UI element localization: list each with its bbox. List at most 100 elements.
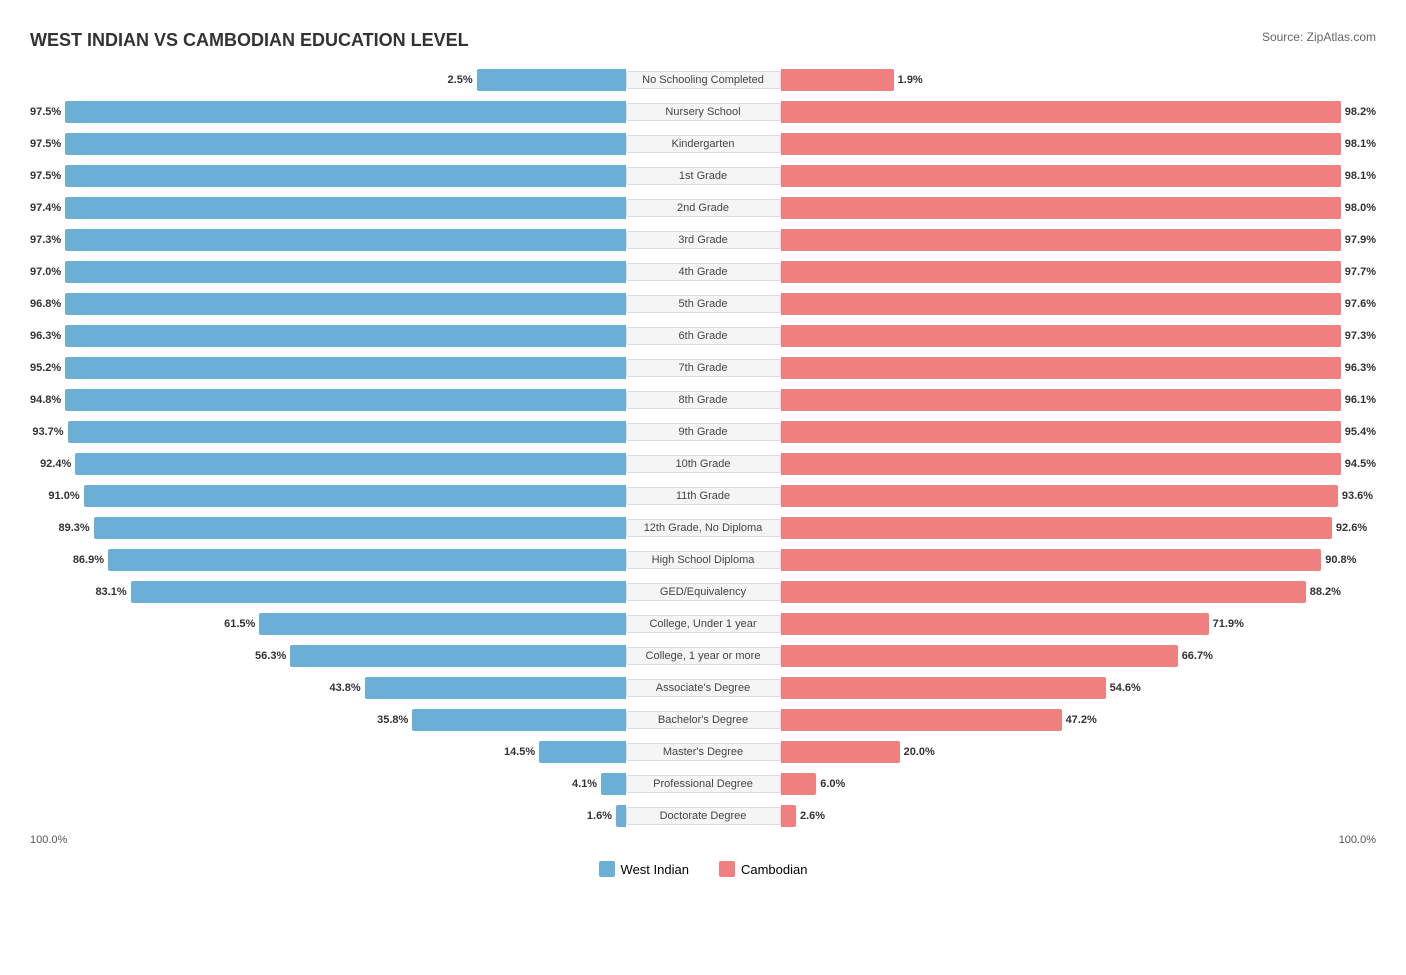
- right-bar: [781, 133, 1341, 155]
- category-label: Kindergarten: [626, 135, 781, 153]
- left-value: 35.8%: [377, 714, 408, 726]
- legend-color-pink: [719, 861, 735, 877]
- category-label: Nursery School: [626, 103, 781, 121]
- table-row: 86.9% High School Diploma 90.8%: [30, 546, 1376, 574]
- left-section: 1.6%: [30, 805, 626, 827]
- chart-area: 2.5% No Schooling Completed 1.9% 97.5% N…: [30, 66, 1376, 830]
- right-value: 66.7%: [1182, 650, 1213, 662]
- left-bar: [365, 677, 626, 699]
- category-label: GED/Equivalency: [626, 583, 781, 601]
- category-label: 11th Grade: [626, 487, 781, 505]
- right-value: 95.4%: [1345, 426, 1376, 438]
- right-section: 20.0%: [781, 741, 1377, 763]
- category-label: Master's Degree: [626, 743, 781, 761]
- right-section: 97.6%: [781, 293, 1377, 315]
- right-bar: [781, 197, 1341, 219]
- left-section: 4.1%: [30, 773, 626, 795]
- category-label: 4th Grade: [626, 263, 781, 281]
- legend-item-west-indian: West Indian: [599, 861, 689, 877]
- table-row: 97.3% 3rd Grade 97.9%: [30, 226, 1376, 254]
- right-bar: [781, 229, 1341, 251]
- right-value: 47.2%: [1066, 714, 1097, 726]
- left-bar: [412, 709, 625, 731]
- table-row: 97.5% Kindergarten 98.1%: [30, 130, 1376, 158]
- table-row: 97.5% Nursery School 98.2%: [30, 98, 1376, 126]
- right-value: 96.3%: [1345, 362, 1376, 374]
- right-section: 88.2%: [781, 581, 1377, 603]
- category-label: 12th Grade, No Diploma: [626, 519, 781, 537]
- left-value: 61.5%: [224, 618, 255, 630]
- right-section: 96.3%: [781, 357, 1377, 379]
- left-bar: [131, 581, 626, 603]
- left-value: 96.3%: [30, 330, 61, 342]
- right-value: 1.9%: [898, 74, 923, 86]
- table-row: 4.1% Professional Degree 6.0%: [30, 770, 1376, 798]
- right-section: 1.9%: [781, 69, 1377, 91]
- right-section: 97.3%: [781, 325, 1377, 347]
- table-row: 97.5% 1st Grade 98.1%: [30, 162, 1376, 190]
- category-label: College, Under 1 year: [626, 615, 781, 633]
- category-label: Professional Degree: [626, 775, 781, 793]
- left-bar: [65, 101, 625, 123]
- category-label: Associate's Degree: [626, 679, 781, 697]
- category-label: College, 1 year or more: [626, 647, 781, 665]
- table-row: 92.4% 10th Grade 94.5%: [30, 450, 1376, 478]
- category-label: 5th Grade: [626, 295, 781, 313]
- left-section: 94.8%: [30, 389, 626, 411]
- legend-label-cambodian: Cambodian: [741, 862, 808, 877]
- right-bar: [781, 453, 1341, 475]
- right-value: 97.9%: [1345, 234, 1376, 246]
- legend-color-blue: [599, 861, 615, 877]
- left-bar: [65, 165, 625, 187]
- right-bar: [781, 261, 1341, 283]
- category-label: High School Diploma: [626, 551, 781, 569]
- right-value: 98.1%: [1345, 138, 1376, 150]
- right-bar: [781, 741, 900, 763]
- right-bar: [781, 645, 1178, 667]
- category-label: 7th Grade: [626, 359, 781, 377]
- left-value: 96.8%: [30, 298, 61, 310]
- right-bar: [781, 773, 817, 795]
- left-value: 43.8%: [329, 682, 360, 694]
- left-bar: [68, 421, 626, 443]
- left-value: 92.4%: [40, 458, 71, 470]
- chart-title: WEST INDIAN VS CAMBODIAN EDUCATION LEVEL: [30, 30, 1376, 51]
- table-row: 89.3% 12th Grade, No Diploma 92.6%: [30, 514, 1376, 542]
- right-bar: [781, 549, 1322, 571]
- left-bar: [616, 805, 626, 827]
- right-section: 47.2%: [781, 709, 1377, 731]
- right-section: 90.8%: [781, 549, 1377, 571]
- left-bar: [84, 485, 626, 507]
- right-value: 98.0%: [1345, 202, 1376, 214]
- right-section: 6.0%: [781, 773, 1377, 795]
- left-value: 91.0%: [48, 490, 79, 502]
- right-section: 93.6%: [781, 485, 1377, 507]
- right-value: 6.0%: [820, 778, 845, 790]
- table-row: 93.7% 9th Grade 95.4%: [30, 418, 1376, 446]
- right-bar: [781, 709, 1062, 731]
- left-bar: [259, 613, 625, 635]
- left-value: 97.5%: [30, 170, 61, 182]
- table-row: 97.4% 2nd Grade 98.0%: [30, 194, 1376, 222]
- table-row: 83.1% GED/Equivalency 88.2%: [30, 578, 1376, 606]
- right-section: 98.0%: [781, 197, 1377, 219]
- right-value: 90.8%: [1325, 554, 1356, 566]
- left-section: 97.4%: [30, 197, 626, 219]
- category-label: 1st Grade: [626, 167, 781, 185]
- right-value: 2.6%: [800, 810, 825, 822]
- table-row: 94.8% 8th Grade 96.1%: [30, 386, 1376, 414]
- left-section: 97.3%: [30, 229, 626, 251]
- left-bar: [601, 773, 625, 795]
- right-value: 97.6%: [1345, 298, 1376, 310]
- table-row: 96.3% 6th Grade 97.3%: [30, 322, 1376, 350]
- left-section: 56.3%: [30, 645, 626, 667]
- category-label: 9th Grade: [626, 423, 781, 441]
- left-bar: [65, 229, 625, 251]
- left-section: 95.2%: [30, 357, 626, 379]
- right-value: 97.3%: [1345, 330, 1376, 342]
- left-section: 89.3%: [30, 517, 626, 539]
- left-section: 35.8%: [30, 709, 626, 731]
- category-label: Bachelor's Degree: [626, 711, 781, 729]
- right-bar: [781, 357, 1341, 379]
- right-bar: [781, 101, 1341, 123]
